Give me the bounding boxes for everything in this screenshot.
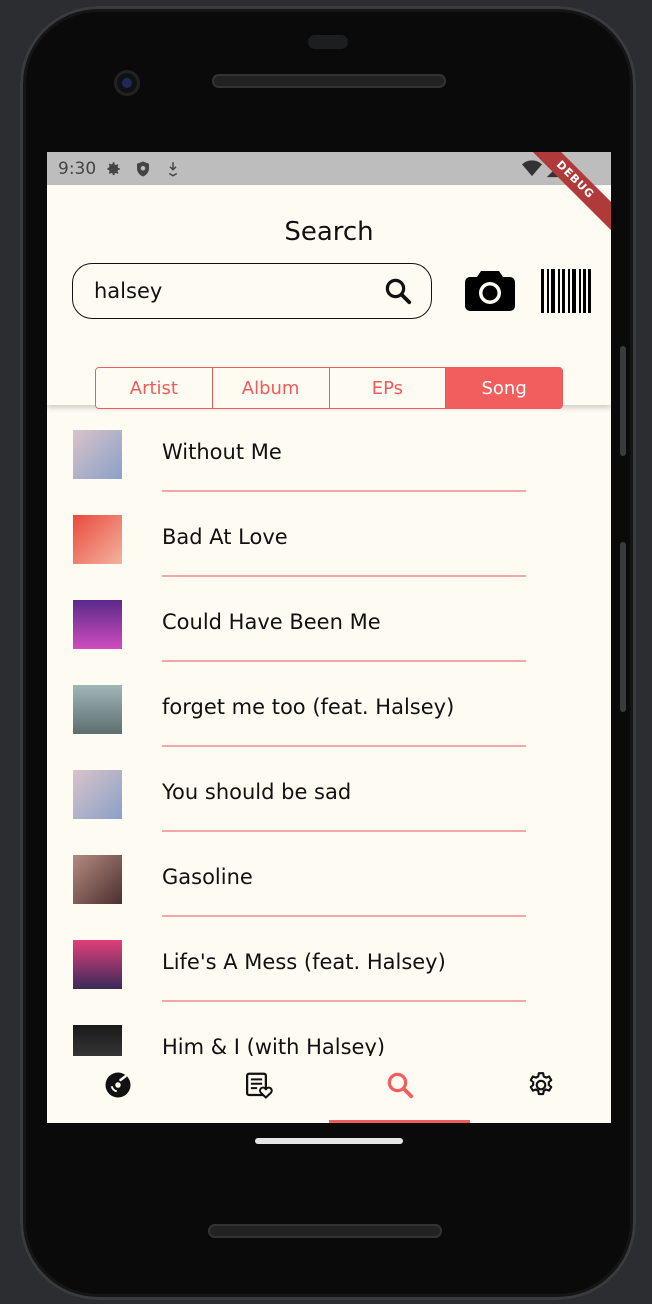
album-art (73, 685, 122, 734)
album-art (73, 770, 122, 819)
status-time: 9:30 (58, 158, 97, 179)
nav-wishlist[interactable] (188, 1061, 329, 1123)
search-field[interactable] (72, 263, 432, 319)
earpiece-speaker (212, 74, 446, 88)
list-item[interactable]: Without Me (47, 405, 611, 492)
playlist-heart-icon (245, 1072, 273, 1099)
album-art (73, 855, 122, 904)
list-item[interactable]: Life's A Mess (feat. Halsey) (47, 915, 611, 1002)
album-art (73, 940, 122, 989)
song-title: You should be sad (162, 780, 352, 804)
search-icon[interactable] (383, 276, 413, 306)
album-art (73, 600, 122, 649)
front-camera (114, 70, 140, 96)
home-indicator[interactable] (255, 1138, 403, 1144)
song-title: Could Have Been Me (162, 610, 381, 634)
list-item[interactable]: forget me too (feat. Halsey) (47, 660, 611, 747)
album-art (73, 430, 122, 479)
album-art (73, 1025, 122, 1056)
gear-icon (107, 161, 120, 175)
list-item[interactable]: You should be sad (47, 745, 611, 832)
bottom-navigation (47, 1061, 611, 1123)
segment-album[interactable]: Album (212, 368, 330, 408)
nav-library[interactable] (47, 1061, 188, 1123)
camera-icon[interactable] (465, 267, 515, 311)
nav-search[interactable] (329, 1061, 470, 1123)
volume-button (620, 346, 626, 456)
app-screen: 9:30 DEBUG Search halsey Artist Album EP… (47, 152, 611, 1123)
search-icon (387, 1072, 413, 1099)
search-header: Search Artist Album EPs Song (47, 185, 611, 409)
list-item[interactable]: Could Have Been Me (47, 575, 611, 662)
album-art (73, 515, 122, 564)
song-title: Life's A Mess (feat. Halsey) (162, 950, 446, 974)
barcode-icon[interactable] (541, 269, 591, 313)
song-title: Him & I (with Halsey) (162, 1035, 386, 1056)
search-type-selector: Artist Album EPs Song (95, 367, 563, 409)
segment-eps[interactable]: EPs (329, 368, 447, 408)
nav-settings[interactable] (470, 1061, 611, 1123)
search-input[interactable] (92, 278, 366, 304)
sensor (308, 35, 348, 49)
song-results-list: Without Me Bad At Love Could Have Been M… (47, 405, 611, 1056)
song-title: Gasoline (162, 865, 253, 889)
power-button (620, 542, 626, 712)
album-disc-icon (105, 1072, 130, 1098)
song-title: forget me too (feat. Halsey) (162, 695, 455, 719)
bottom-speaker (208, 1224, 442, 1238)
page-title: Search (284, 217, 374, 247)
shield-icon (137, 161, 150, 176)
segment-artist[interactable]: Artist (96, 368, 213, 408)
download-icon (169, 161, 178, 177)
song-title: Without Me (162, 440, 282, 464)
list-item[interactable]: Him & I (with Halsey) (47, 1000, 611, 1056)
list-item[interactable]: Gasoline (47, 830, 611, 917)
wifi-icon (522, 160, 542, 177)
settings-gear-icon (529, 1072, 552, 1096)
list-item[interactable]: Bad At Love (47, 490, 611, 577)
song-title: Bad At Love (162, 525, 288, 549)
segment-song[interactable]: Song (446, 368, 562, 408)
status-bar: 9:30 (47, 152, 611, 185)
